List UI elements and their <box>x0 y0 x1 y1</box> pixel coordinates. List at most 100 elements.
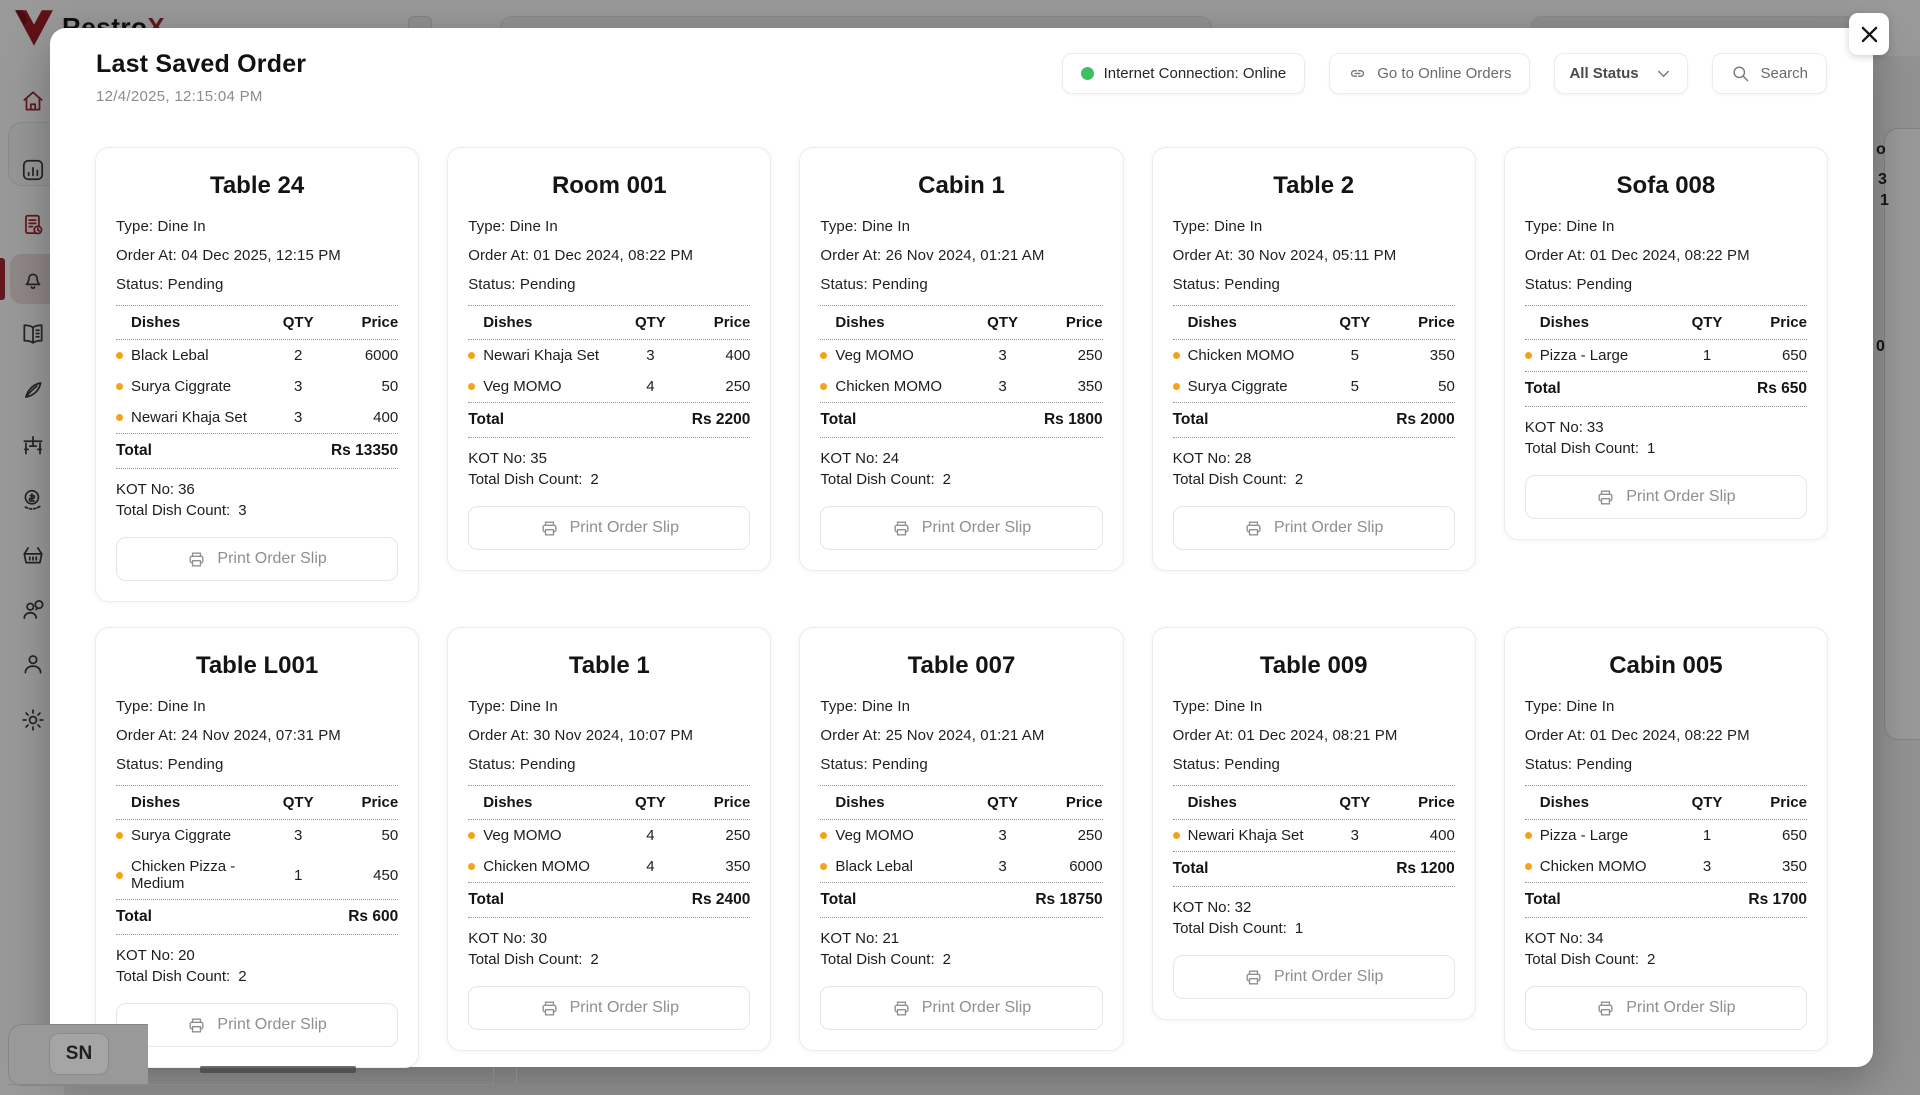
dish-rows: Pizza - Large 1 650 Chicken MOMO 3 350 <box>1525 820 1807 882</box>
dish-row: Veg MOMO 3 250 <box>820 340 1102 371</box>
print-order-slip-label: Print Order Slip <box>922 999 1031 1017</box>
kot-label: KOT No: <box>116 947 174 964</box>
dish-count-label: Total Dish Count: <box>1173 471 1287 488</box>
dishes-table-header: Dishes QTY Price <box>1173 306 1455 339</box>
print-order-slip-button[interactable]: Print Order Slip <box>820 506 1102 550</box>
kot-label: KOT No: <box>1173 450 1231 467</box>
order-type: Type: Dine In <box>468 218 750 235</box>
dish-count-label: Total Dish Count: <box>468 951 582 968</box>
dish-count-value: 1 <box>1647 440 1655 457</box>
dish-count-line: Total Dish Count:2 <box>820 949 1102 970</box>
dish-bullet-icon <box>820 832 827 839</box>
kot-info: KOT No:32 Total Dish Count:1 <box>1173 897 1455 939</box>
dish-bullet-icon <box>1173 832 1180 839</box>
dish-name: Chicken MOMO <box>1540 858 1679 875</box>
print-order-slip-button[interactable]: Print Order Slip <box>116 537 398 581</box>
dish-bullet-icon <box>116 414 123 421</box>
kot-label: KOT No: <box>116 481 174 498</box>
order-status: Status: Pending <box>1525 756 1807 773</box>
table-name: Table 24 <box>116 172 398 200</box>
table-name: Table L001 <box>116 652 398 680</box>
print-order-slip-button[interactable]: Print Order Slip <box>116 1003 398 1047</box>
qty-column-header: QTY <box>270 314 326 331</box>
print-order-slip-button[interactable]: Print Order Slip <box>1525 475 1807 519</box>
price-column-header: Price <box>326 314 398 331</box>
dish-count-label: Total Dish Count: <box>1525 951 1639 968</box>
table-name: Cabin 1 <box>820 172 1102 200</box>
dish-bullet-icon <box>116 383 123 390</box>
order-time: Order At: 25 Nov 2024, 01:21 AM <box>820 727 1102 744</box>
last-saved-order-modal: Last Saved Order 12/4/2025, 12:15:04 PM … <box>50 28 1873 1067</box>
dish-qty: 4 <box>622 827 678 844</box>
print-order-slip-button[interactable]: Print Order Slip <box>1173 955 1455 999</box>
printer-icon <box>187 1016 206 1035</box>
order-card: Sofa 008 Type: Dine In Order At: 01 Dec … <box>1504 147 1828 540</box>
dish-price: 250 <box>1031 827 1103 844</box>
dish-bullet-icon <box>468 352 475 359</box>
print-order-slip-button[interactable]: Print Order Slip <box>820 986 1102 1030</box>
dish-rows: Veg MOMO 3 250 Black Lebal 3 6000 <box>820 820 1102 882</box>
total-label: Total <box>116 908 152 926</box>
print-order-slip-label: Print Order Slip <box>922 519 1031 537</box>
dish-qty: 1 <box>270 867 326 884</box>
kot-info: KOT No:36 Total Dish Count:3 <box>116 479 398 521</box>
dishes-column-header: Dishes <box>820 314 974 331</box>
total-value: Rs 2000 <box>1396 411 1455 429</box>
dish-bullet-icon <box>116 352 123 359</box>
kot-info: KOT No:33 Total Dish Count:1 <box>1525 417 1807 459</box>
kot-number-line: KOT No:32 <box>1173 897 1455 918</box>
dish-name: Chicken MOMO <box>1188 347 1327 364</box>
total-value: Rs 13350 <box>331 442 398 460</box>
dish-row: Black Lebal 3 6000 <box>820 851 1102 882</box>
total-label: Total <box>1525 891 1561 909</box>
dish-qty: 3 <box>622 347 678 364</box>
print-order-slip-label: Print Order Slip <box>1626 999 1735 1017</box>
kot-label: KOT No: <box>820 930 878 947</box>
price-column-header: Price <box>1031 314 1103 331</box>
dish-count-value: 2 <box>590 951 598 968</box>
total-row: Total Rs 1200 <box>1173 852 1455 886</box>
status-filter-dropdown[interactable]: All Status <box>1554 53 1688 94</box>
total-row: Total Rs 2000 <box>1173 403 1455 437</box>
close-button[interactable] <box>1849 13 1889 55</box>
dish-count-value: 2 <box>943 471 951 488</box>
price-column-header: Price <box>1383 794 1455 811</box>
dish-name: Veg MOMO <box>835 347 974 364</box>
order-status: Status: Pending <box>1173 276 1455 293</box>
dish-count-value: 3 <box>238 502 246 519</box>
kot-info: KOT No:35 Total Dish Count:2 <box>468 448 750 490</box>
dish-name: Pizza - Large <box>1540 347 1679 364</box>
total-label: Total <box>1173 860 1209 878</box>
dish-name: Chicken Pizza - Medium <box>131 858 270 892</box>
print-order-slip-label: Print Order Slip <box>570 999 679 1017</box>
dishes-column-header: Dishes <box>468 794 622 811</box>
search-button[interactable]: Search <box>1712 53 1827 94</box>
order-type: Type: Dine In <box>116 218 398 235</box>
order-type: Type: Dine In <box>1525 218 1807 235</box>
dish-row: Pizza - Large 1 650 <box>1525 820 1807 851</box>
dishes-table-header: Dishes QTY Price <box>1525 306 1807 339</box>
kot-number-line: KOT No:28 <box>1173 448 1455 469</box>
print-order-slip-label: Print Order Slip <box>1274 968 1383 986</box>
dish-qty: 5 <box>1327 378 1383 395</box>
price-column-header: Price <box>1735 314 1807 331</box>
kot-value: 24 <box>882 450 899 467</box>
sidebar-profile-fragment: SN <box>8 1024 148 1086</box>
print-order-slip-button[interactable]: Print Order Slip <box>468 506 750 550</box>
dish-bullet-icon <box>1525 832 1532 839</box>
print-order-slip-button[interactable]: Print Order Slip <box>468 986 750 1030</box>
print-order-slip-button[interactable]: Print Order Slip <box>1525 986 1807 1030</box>
price-column-header: Price <box>678 794 750 811</box>
dish-row: Veg MOMO 4 250 <box>468 371 750 402</box>
user-handle-clipped-text <box>200 1066 356 1073</box>
dish-qty: 3 <box>270 378 326 395</box>
print-order-slip-button[interactable]: Print Order Slip <box>1173 506 1455 550</box>
order-card: Table 1 Type: Dine In Order At: 30 Nov 2… <box>447 627 771 1051</box>
dishes-table-header: Dishes QTY Price <box>116 306 398 339</box>
qty-column-header: QTY <box>1679 794 1735 811</box>
go-to-online-orders-button[interactable]: Go to Online Orders <box>1329 53 1530 94</box>
order-status: Status: Pending <box>468 756 750 773</box>
kot-label: KOT No: <box>468 930 526 947</box>
profile-card-border-fragment <box>493 1068 494 1085</box>
dish-price: 250 <box>678 827 750 844</box>
